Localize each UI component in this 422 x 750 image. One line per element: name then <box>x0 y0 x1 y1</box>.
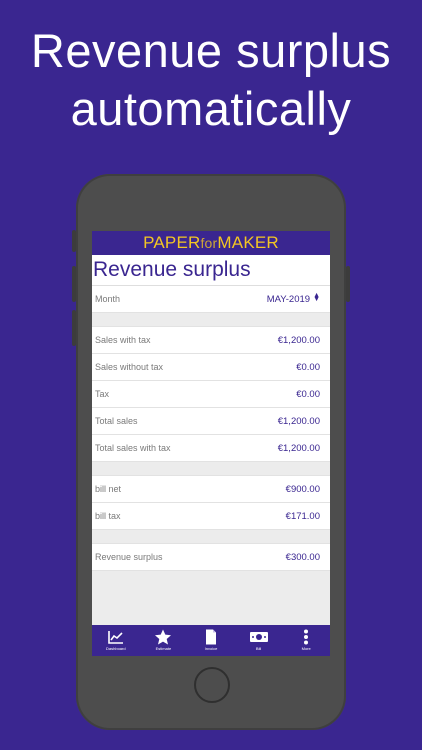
volume-up-button <box>72 266 76 302</box>
volume-down-button <box>72 310 76 346</box>
tab-invoice[interactable]: Invoice <box>191 629 231 651</box>
list-item: bill tax €171.00 <box>92 503 330 530</box>
headline-line-2: automatically <box>70 82 352 135</box>
chart-icon <box>107 631 123 644</box>
page-title: Revenue surplus <box>92 255 330 286</box>
tab-dashboard[interactable]: Dashboard <box>96 629 136 651</box>
tab-estimate[interactable]: Estimate <box>143 629 183 651</box>
banknote-icon <box>249 632 268 642</box>
app-bar: PAPERforMAKER <box>92 231 330 255</box>
list-item: Sales without tax €0.00 <box>92 354 330 381</box>
sales-section: Sales with tax €1,200.00 Sales without ta… <box>92 327 330 462</box>
tab-bill[interactable]: Bill <box>239 629 279 651</box>
star-icon <box>155 629 172 645</box>
phone-screen: PAPERforMAKER Revenue surplus Month MAY-… <box>92 231 330 656</box>
bill-section: bill net €900.00 bill tax €171.00 <box>92 476 330 530</box>
revenue-surplus-row: Revenue surplus €300.00 <box>92 544 330 571</box>
document-icon <box>205 629 216 645</box>
list-item: Total sales €1,200.00 <box>92 408 330 435</box>
tab-more[interactable]: More <box>286 629 326 651</box>
month-label: Month <box>95 294 121 304</box>
tab-bar: Dashboard Estimate Invoice Bill More <box>92 625 330 656</box>
section-gap <box>92 462 330 476</box>
power-button <box>346 266 350 302</box>
brand-logo: PAPERforMAKER <box>143 233 279 252</box>
section-gap <box>92 530 330 544</box>
phone-frame: PAPERforMAKER Revenue surplus Month MAY-… <box>72 174 350 730</box>
headline: Revenue surplus automatically <box>0 22 422 138</box>
section-gap <box>92 313 330 327</box>
list-item: Sales with tax €1,200.00 <box>92 327 330 354</box>
more-icon <box>304 629 309 645</box>
home-button[interactable] <box>194 667 230 703</box>
list-item: bill net €900.00 <box>92 476 330 503</box>
headline-line-1: Revenue surplus <box>30 24 392 77</box>
month-selector[interactable]: Month MAY-2019 ▲ ▼ <box>92 286 330 313</box>
list-item: Total sales with tax €1,200.00 <box>92 435 330 462</box>
month-value[interactable]: MAY-2019 ▲ ▼ <box>267 291 320 305</box>
list-item: Tax €0.00 <box>92 381 330 408</box>
mute-switch <box>72 230 76 252</box>
sort-arrows-icon: ▲ ▼ <box>313 291 320 303</box>
